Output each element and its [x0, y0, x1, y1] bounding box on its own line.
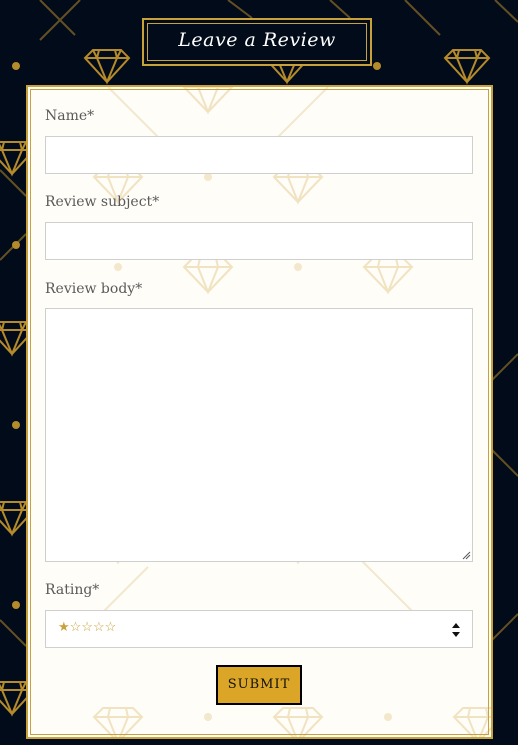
- page-title: Leave a Review: [178, 29, 336, 51]
- name-input[interactable]: [45, 136, 473, 174]
- rating-selected-value: ★☆☆☆☆: [58, 620, 117, 635]
- review-body-textarea[interactable]: [45, 308, 473, 562]
- rating-label: Rating*: [45, 582, 100, 598]
- name-label: Name*: [45, 108, 95, 124]
- rating-select[interactable]: ★☆☆☆☆: [45, 610, 473, 648]
- review-subject-label: Review subject*: [45, 194, 160, 210]
- submit-button[interactable]: SUBMIT: [216, 665, 302, 705]
- review-form-card: Name* Review subject* Review body* Ratin…: [26, 85, 493, 739]
- review-subject-input[interactable]: [45, 222, 473, 260]
- review-body-label: Review body*: [45, 281, 143, 297]
- select-arrows-icon: [452, 623, 460, 637]
- resize-handle-icon[interactable]: [462, 551, 471, 560]
- review-title-box: Leave a Review: [142, 18, 372, 66]
